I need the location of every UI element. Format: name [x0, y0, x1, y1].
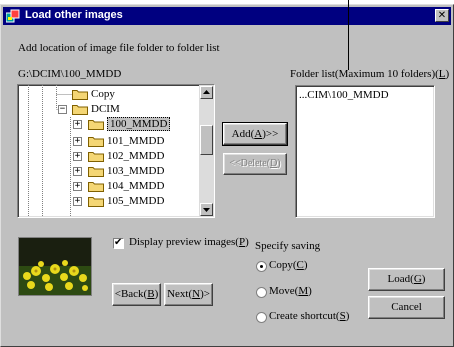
folder-icon — [88, 196, 104, 207]
saving-radio[interactable] — [256, 312, 267, 323]
saving-option-label[interactable]: Copy(C) — [269, 259, 308, 271]
instruction-text: Add location of image file folder to fol… — [18, 42, 220, 54]
app-icon — [5, 9, 20, 23]
tree-scrollbar[interactable] — [199, 85, 214, 217]
scroll-up-button[interactable] — [200, 86, 213, 99]
expand-icon[interactable]: + — [73, 152, 82, 161]
saving-option-label[interactable]: Create shortcut(S) — [269, 310, 349, 322]
saving-option-label[interactable]: Move(M) — [269, 285, 312, 297]
tree-item-label: 104_MMDD — [107, 180, 165, 192]
scroll-down-button[interactable] — [200, 203, 213, 216]
saving-radio[interactable] — [256, 287, 267, 298]
preview-image — [18, 237, 92, 296]
folder-icon — [72, 104, 88, 115]
current-path: G:\DCIM\100_MMDD — [18, 68, 122, 80]
saving-title: Specify saving — [255, 240, 321, 252]
folder-icon — [88, 181, 104, 192]
tree-item[interactable]: 104_MMDD — [88, 179, 164, 194]
tree-item[interactable]: 101_MMDD — [88, 134, 164, 149]
folder-icon — [72, 89, 88, 100]
tree-item[interactable]: Copy — [72, 87, 115, 102]
add-button[interactable]: Add(A)>> — [222, 122, 288, 146]
flower-thumbnail — [19, 238, 91, 295]
close-icon: ✕ — [437, 10, 447, 21]
tree-item[interactable]: DCIM — [72, 102, 120, 117]
back-button[interactable]: <Back(B) — [112, 283, 161, 306]
title-bar[interactable]: Load other images ✕ — [3, 7, 451, 25]
folder-tree[interactable]: Copy DCIM − 100_MMDD +101_MMDD +102_MMDD +103_… — [17, 84, 215, 218]
expand-icon[interactable]: + — [73, 167, 82, 176]
tree-item[interactable]: 105_MMDD — [88, 194, 164, 209]
folder-list-label: Folder list(Maximum 10 folders)(L) — [290, 68, 450, 80]
folder-list[interactable]: ...CIM\100_MMDD — [295, 85, 435, 218]
delete-button[interactable]: <<Delete(D) — [223, 153, 287, 175]
load-images-dialog: Load other images ✕ Add location of imag… — [0, 4, 454, 347]
preview-checkbox[interactable]: ✔ — [113, 237, 124, 249]
expand-icon[interactable]: + — [73, 137, 82, 146]
radio-selected-dot — [260, 265, 263, 268]
tree-item-label: 101_MMDD — [107, 135, 165, 147]
expand-icon[interactable]: + — [73, 197, 82, 206]
tree-item-label: 105_MMDD — [107, 195, 165, 207]
folder-icon — [88, 119, 104, 130]
tree-item[interactable]: 100_MMDD — [88, 117, 171, 132]
tree-item-label: 103_MMDD — [107, 165, 165, 177]
expand-icon[interactable]: + — [73, 120, 82, 129]
checkmark-icon: ✔ — [114, 237, 123, 248]
scroll-down-icon — [203, 208, 210, 212]
window-title: Load other images — [25, 9, 123, 21]
folder-icon — [88, 151, 104, 162]
callout-pointer-line — [348, 0, 349, 70]
folder-icon — [88, 136, 104, 147]
cancel-button[interactable]: Cancel — [368, 296, 445, 319]
tree-item-label: DCIM — [91, 103, 120, 115]
collapse-icon[interactable]: − — [58, 105, 67, 114]
tree-item-label: 102_MMDD — [107, 150, 165, 162]
preview-checkbox-label[interactable]: Display preview images(P) — [129, 236, 249, 248]
tree-item[interactable]: 102_MMDD — [88, 149, 164, 164]
tree-item-label: Copy — [91, 88, 115, 100]
tree-item-label: 100_MMDD — [107, 117, 171, 131]
folder-icon — [88, 166, 104, 177]
scroll-thumb[interactable] — [200, 125, 213, 155]
load-button[interactable]: Load(G) — [368, 268, 445, 291]
next-button[interactable]: Next(N)> — [164, 283, 213, 306]
folder-list-item[interactable]: ...CIM\100_MMDD — [299, 89, 389, 101]
tree-item[interactable]: 103_MMDD — [88, 164, 164, 179]
scroll-up-icon — [203, 90, 210, 94]
saving-radio[interactable] — [256, 261, 267, 272]
close-button[interactable]: ✕ — [435, 9, 449, 22]
expand-icon[interactable]: + — [73, 182, 82, 191]
